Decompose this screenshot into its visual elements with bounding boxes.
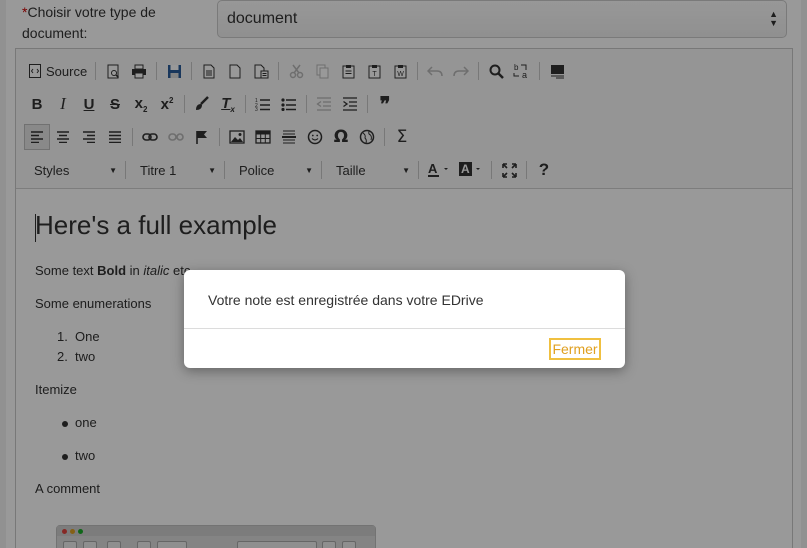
dialog-message: Votre note est enregistrée dans votre ED… [208, 292, 484, 308]
dialog-divider [184, 328, 625, 329]
close-dialog-button[interactable]: Fermer [549, 338, 601, 360]
confirmation-dialog: Votre note est enregistrée dans votre ED… [184, 270, 625, 368]
